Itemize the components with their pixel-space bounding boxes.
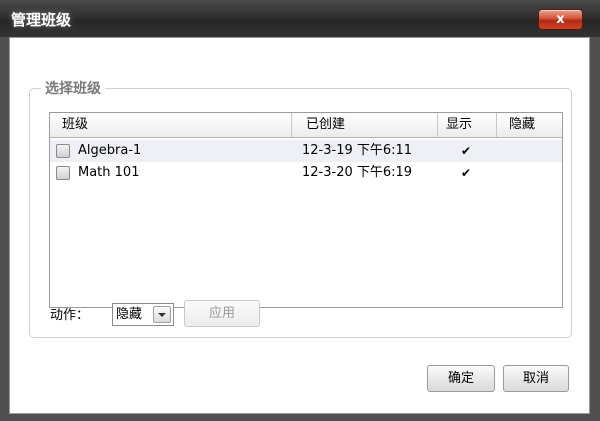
row-checkbox[interactable]: [56, 144, 70, 158]
column-header-class[interactable]: 班级: [50, 113, 292, 137]
chevron-down-icon[interactable]: [153, 306, 171, 323]
table-row[interactable]: Math 101 12-3-20 下午6:19 ✔: [50, 162, 562, 184]
column-header-created[interactable]: 已创建: [292, 113, 438, 137]
group-label: 选择班级: [41, 78, 105, 98]
row-checkbox[interactable]: [56, 166, 70, 180]
dialog-title: 管理班级: [11, 11, 72, 29]
ok-button[interactable]: 确定: [427, 365, 495, 392]
apply-button[interactable]: 应用: [184, 300, 260, 327]
class-name: Algebra-1: [78, 143, 142, 158]
class-name: Math 101: [78, 165, 140, 180]
show-checkmark: ✔: [461, 166, 472, 180]
created-date: 12-3-20 下午6:19: [302, 165, 413, 180]
column-header-show[interactable]: 显示: [438, 113, 497, 137]
class-table: 班级 已创建 显示 隐藏 Algebra-1 12-3-19 下午6:11 ✔ …: [49, 112, 563, 308]
created-date: 12-3-19 下午6:11: [302, 143, 413, 158]
table-row[interactable]: Algebra-1 12-3-19 下午6:11 ✔: [50, 140, 562, 162]
manage-classes-dialog: 管理班级 x 选择班级 班级 已创建 显示 隐藏 Algebra-1 12-3-…: [0, 0, 600, 421]
action-select-value: 隐藏: [116, 307, 143, 322]
table-header: 班级 已创建 显示 隐藏: [50, 113, 562, 138]
action-select[interactable]: 隐藏: [112, 303, 174, 326]
title-bar: 管理班级 x: [0, 0, 600, 37]
column-header-hide[interactable]: 隐藏: [497, 113, 562, 137]
show-checkmark: ✔: [461, 144, 472, 158]
close-button[interactable]: x: [538, 9, 583, 30]
action-label: 动作：: [50, 308, 90, 323]
cancel-button[interactable]: 取消: [503, 365, 569, 392]
